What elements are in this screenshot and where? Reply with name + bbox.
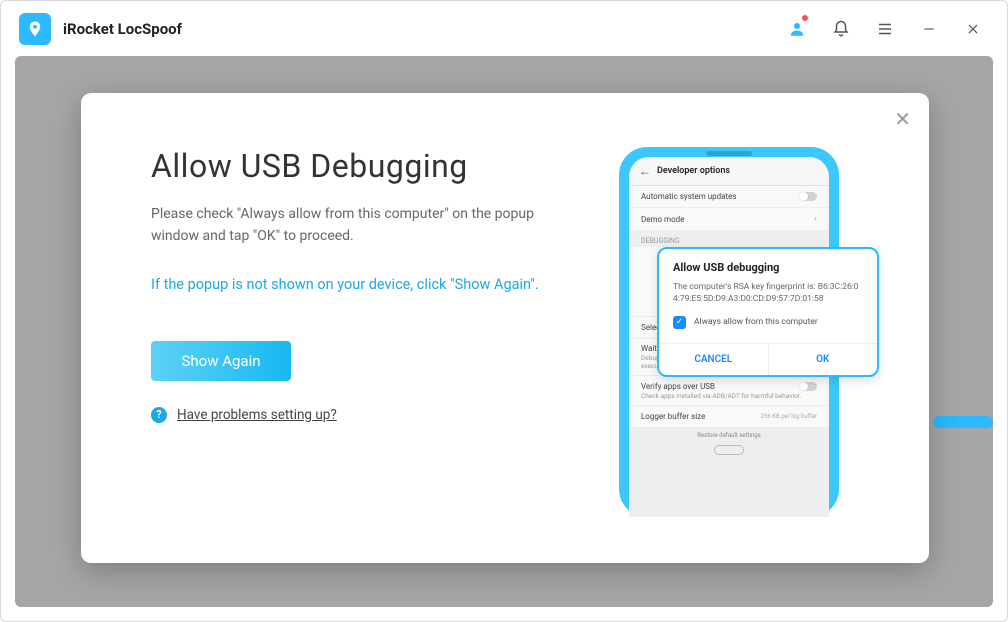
- phone-notch: [706, 151, 752, 156]
- popup-checkbox-row: ✓ Always allow from this computer: [673, 316, 863, 329]
- modal-title: Allow USB Debugging: [151, 147, 589, 185]
- dev-options-title: Developer options: [657, 166, 730, 176]
- dev-options-header: ← Developer options: [629, 157, 829, 186]
- phone-illustration: ← Developer options Automatic system upd…: [619, 147, 869, 523]
- home-indicator: [714, 445, 744, 455]
- restore-defaults: Restore default settings: [629, 428, 829, 443]
- toggle-icon: [799, 192, 817, 201]
- popup-ok: OK: [768, 344, 878, 375]
- chevron-right-icon: ›: [814, 214, 817, 224]
- minimize-button[interactable]: [913, 13, 945, 45]
- modal-body: Please check "Always allow from this com…: [151, 203, 551, 248]
- row-demo-mode: Demo mode ›: [629, 208, 829, 231]
- menu-icon[interactable]: [869, 13, 901, 45]
- notification-dot: [802, 15, 808, 21]
- popup-actions: CANCEL OK: [659, 343, 877, 375]
- app-window: iRocket LocSpoof ✕ Allow USB Debugging P…: [0, 0, 1008, 622]
- user-icon[interactable]: [781, 13, 813, 45]
- bell-icon[interactable]: [825, 13, 857, 45]
- row-buffer: Logger buffer size 256 KB per log buffer: [629, 406, 829, 428]
- section-debugging: DEBUGGING: [629, 231, 829, 247]
- app-title: iRocket LocSpoof: [63, 20, 182, 38]
- back-icon: ←: [639, 164, 651, 178]
- popup-title: Allow USB debugging: [673, 261, 863, 274]
- modal-content: Allow USB Debugging Please check "Always…: [151, 147, 589, 523]
- popup-checkbox-label: Always allow from this computer: [694, 317, 818, 327]
- row-verify: Verify apps over USB: [629, 376, 829, 392]
- row-auto-updates: Automatic system updates: [629, 186, 829, 208]
- titlebar: iRocket LocSpoof: [1, 1, 1007, 56]
- modal-close-icon[interactable]: ✕: [894, 107, 911, 131]
- usb-popup: Allow USB debugging The computer's RSA k…: [657, 247, 879, 377]
- checkbox-checked-icon: ✓: [673, 316, 686, 329]
- popup-body: The computer's RSA key fingerprint is: B…: [673, 282, 863, 306]
- app-icon: [19, 13, 51, 45]
- show-again-button[interactable]: Show Again: [151, 341, 291, 381]
- toggle-icon: [799, 382, 817, 391]
- help-icon: ?: [151, 407, 167, 423]
- progress-indicator: [933, 416, 993, 428]
- popup-cancel: CANCEL: [659, 344, 768, 375]
- help-row: ? Have problems setting up?: [151, 407, 589, 423]
- modal-hint: If the popup is not shown on your device…: [151, 276, 589, 293]
- usb-debugging-modal: ✕ Allow USB Debugging Please check "Alwa…: [81, 93, 929, 563]
- help-link[interactable]: Have problems setting up?: [177, 407, 337, 423]
- close-button[interactable]: [957, 13, 989, 45]
